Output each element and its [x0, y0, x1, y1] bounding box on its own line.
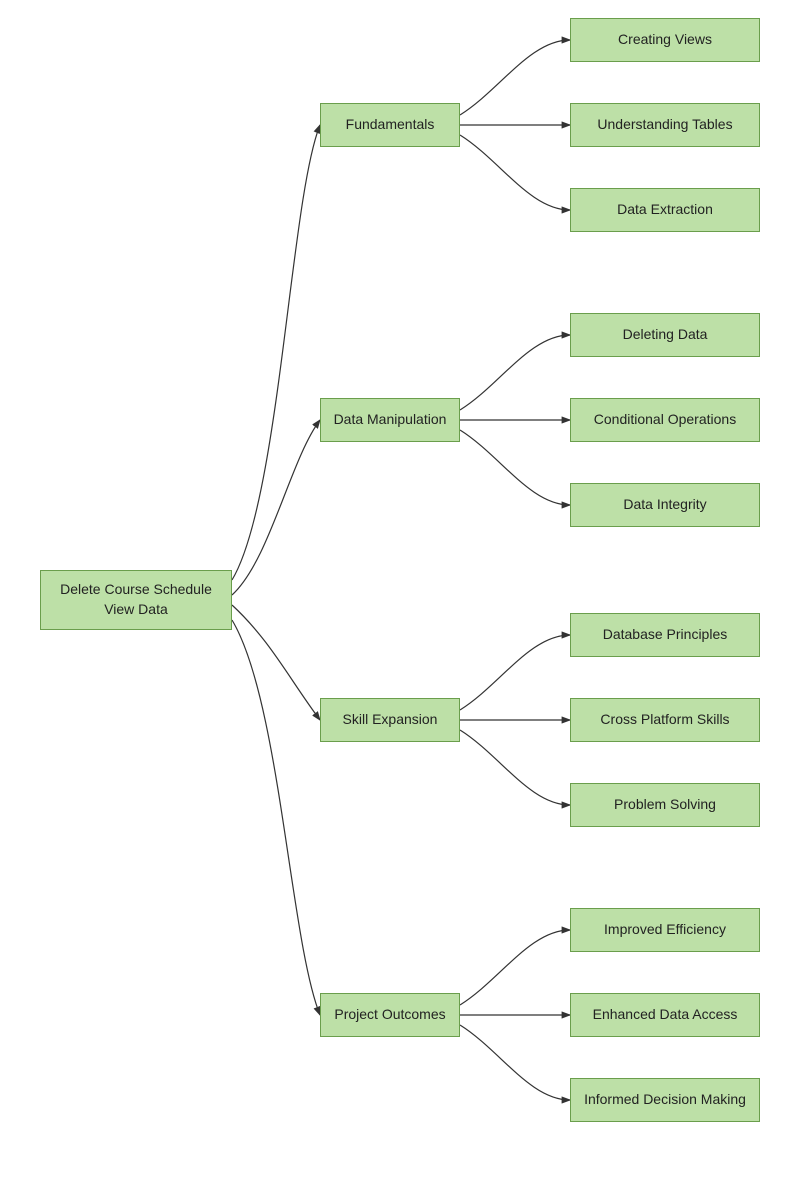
leaf-deleting-data: Deleting Data — [570, 313, 760, 357]
branch-skill-expansion: Skill Expansion — [320, 698, 460, 742]
leaf-problem-solving: Problem Solving — [570, 783, 760, 827]
leaf-enhanced-data-access: Enhanced Data Access — [570, 993, 760, 1037]
leaf-informed-decision-making: Informed Decision Making — [570, 1078, 760, 1122]
leaf-improved-efficiency: Improved Efficiency — [570, 908, 760, 952]
leaf-conditional-operations: Conditional Operations — [570, 398, 760, 442]
root-node: Delete Course Schedule View Data — [40, 570, 232, 630]
leaf-cross-platform-skills: Cross Platform Skills — [570, 698, 760, 742]
branch-project-outcomes: Project Outcomes — [320, 993, 460, 1037]
leaf-data-integrity: Data Integrity — [570, 483, 760, 527]
leaf-understanding-tables: Understanding Tables — [570, 103, 760, 147]
branch-fundamentals: Fundamentals — [320, 103, 460, 147]
branch-data-manipulation: Data Manipulation — [320, 398, 460, 442]
leaf-database-principles: Database Principles — [570, 613, 760, 657]
leaf-creating-views: Creating Views — [570, 18, 760, 62]
leaf-data-extraction: Data Extraction — [570, 188, 760, 232]
